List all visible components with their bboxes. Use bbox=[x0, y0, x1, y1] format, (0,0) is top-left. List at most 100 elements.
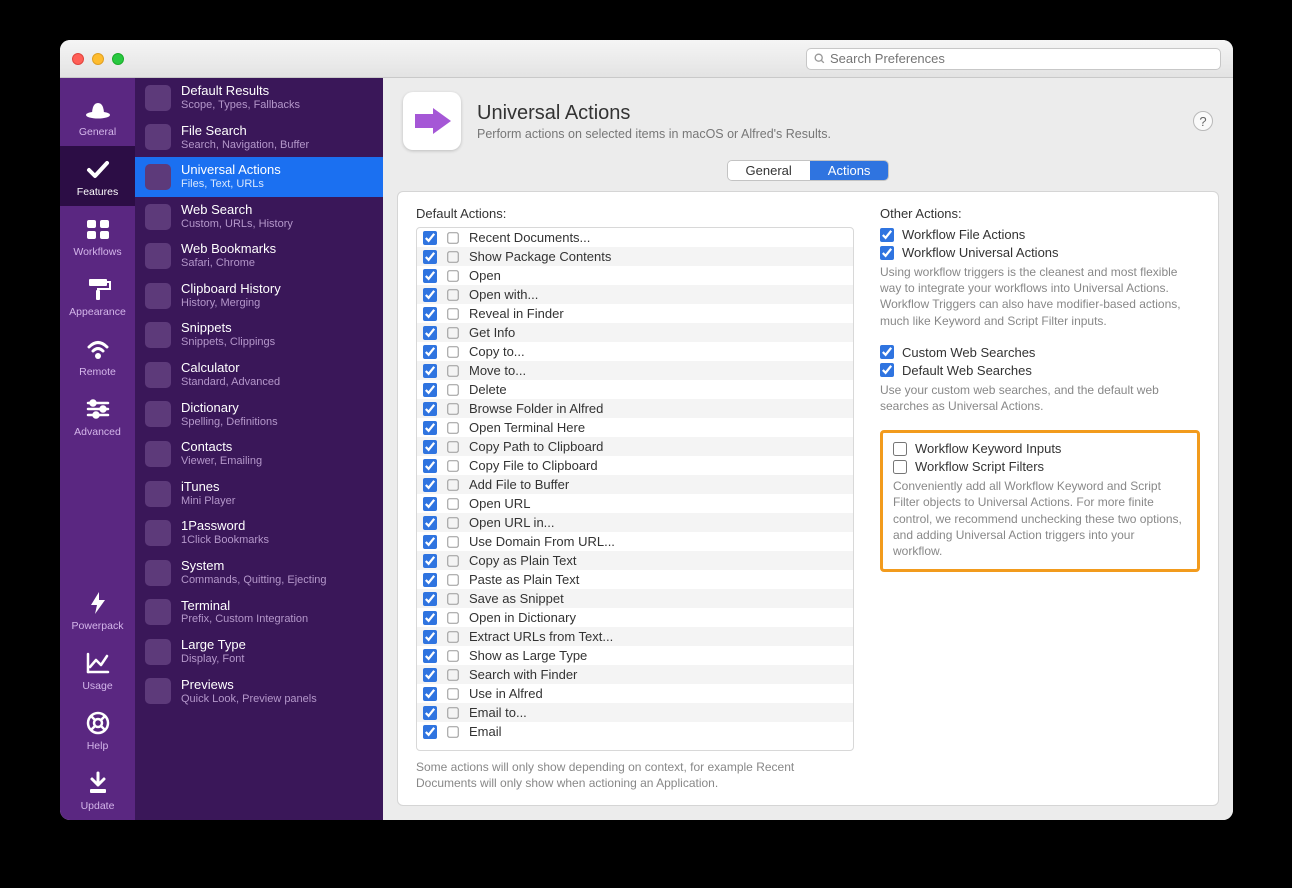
feature-web-bookmarks[interactable]: Web BookmarksSafari, Chrome bbox=[135, 236, 383, 276]
opt-workflow-keyword-inputs[interactable]: Workflow Keyword Inputs bbox=[893, 441, 1187, 456]
action-row[interactable]: Open with... bbox=[417, 285, 853, 304]
action-row[interactable]: Open in Dictionary bbox=[417, 608, 853, 627]
feature-itunes[interactable]: iTunesMini Player bbox=[135, 474, 383, 514]
search-preferences[interactable] bbox=[806, 48, 1221, 70]
opt-workflow-file-actions[interactable]: Workflow File Actions bbox=[880, 227, 1200, 242]
opt-custom-web-searches[interactable]: Custom Web Searches bbox=[880, 345, 1200, 360]
action-checkbox[interactable] bbox=[423, 402, 437, 416]
feature-universal-actions[interactable]: Universal ActionsFiles, Text, URLs bbox=[135, 157, 383, 197]
action-row[interactable]: Use Domain From URL... bbox=[417, 532, 853, 551]
action-row[interactable]: Copy to... bbox=[417, 342, 853, 361]
feature-snippets[interactable]: SnippetsSnippets, Clippings bbox=[135, 315, 383, 355]
action-checkbox[interactable] bbox=[423, 611, 437, 625]
feature-icon bbox=[145, 678, 171, 704]
feature-web-search[interactable]: Web SearchCustom, URLs, History bbox=[135, 197, 383, 237]
feature-large-type[interactable]: Large TypeDisplay, Font bbox=[135, 632, 383, 672]
feature-1password[interactable]: 1Password1Click Bookmarks bbox=[135, 513, 383, 553]
action-checkbox[interactable] bbox=[423, 535, 437, 549]
action-row[interactable]: Open bbox=[417, 266, 853, 285]
action-checkbox[interactable] bbox=[423, 573, 437, 587]
action-row[interactable]: Copy Path to Clipboard bbox=[417, 437, 853, 456]
action-checkbox[interactable] bbox=[423, 459, 437, 473]
help-button[interactable]: ? bbox=[1193, 111, 1213, 131]
action-checkbox[interactable] bbox=[423, 687, 437, 701]
action-row[interactable]: Email bbox=[417, 722, 853, 741]
rail-workflows[interactable]: Workflows bbox=[60, 206, 135, 266]
action-checkbox[interactable] bbox=[423, 478, 437, 492]
minimize-button[interactable] bbox=[92, 53, 104, 65]
feature-calculator[interactable]: CalculatorStandard, Advanced bbox=[135, 355, 383, 395]
action-checkbox[interactable] bbox=[423, 326, 437, 340]
action-checkbox[interactable] bbox=[423, 250, 437, 264]
action-row[interactable]: Copy as Plain Text bbox=[417, 551, 853, 570]
action-checkbox[interactable] bbox=[423, 383, 437, 397]
action-checkbox[interactable] bbox=[423, 554, 437, 568]
feature-previews[interactable]: PreviewsQuick Look, Preview panels bbox=[135, 672, 383, 712]
rail-usage[interactable]: Usage bbox=[60, 640, 135, 700]
action-checkbox[interactable] bbox=[423, 345, 437, 359]
action-row[interactable]: Recent Documents... bbox=[417, 228, 853, 247]
tab-general[interactable]: General bbox=[728, 161, 810, 180]
action-row[interactable]: Copy File to Clipboard bbox=[417, 456, 853, 475]
feature-system[interactable]: SystemCommands, Quitting, Ejecting bbox=[135, 553, 383, 593]
feature-file-search[interactable]: File SearchSearch, Navigation, Buffer bbox=[135, 118, 383, 158]
feature-contacts[interactable]: ContactsViewer, Emailing bbox=[135, 434, 383, 474]
action-row[interactable]: Show Package Contents bbox=[417, 247, 853, 266]
action-checkbox[interactable] bbox=[423, 497, 437, 511]
rail-advanced[interactable]: Advanced bbox=[60, 386, 135, 446]
action-row[interactable]: Search with Finder bbox=[417, 665, 853, 684]
opt-workflow-script-filters[interactable]: Workflow Script Filters bbox=[893, 459, 1187, 474]
rail-help[interactable]: Help bbox=[60, 700, 135, 760]
action-checkbox[interactable] bbox=[423, 630, 437, 644]
action-row[interactable]: Reveal in Finder bbox=[417, 304, 853, 323]
action-row[interactable]: Open URL in... bbox=[417, 513, 853, 532]
rail-powerpack[interactable]: Powerpack bbox=[60, 580, 135, 640]
action-row[interactable]: Move to... bbox=[417, 361, 853, 380]
action-checkbox[interactable] bbox=[423, 725, 437, 739]
rail-remote[interactable]: Remote bbox=[60, 326, 135, 386]
action-row[interactable]: Add File to Buffer bbox=[417, 475, 853, 494]
action-row[interactable]: Save as Snippet bbox=[417, 589, 853, 608]
action-row[interactable]: Show as Large Type bbox=[417, 646, 853, 665]
tab-actions[interactable]: Actions bbox=[810, 161, 889, 180]
action-row[interactable]: Use in Alfred bbox=[417, 684, 853, 703]
action-checkbox[interactable] bbox=[423, 307, 437, 321]
search-input[interactable] bbox=[830, 51, 1214, 66]
page-subtitle: Perform actions on selected items in mac… bbox=[477, 127, 831, 141]
action-row[interactable]: Extract URLs from Text... bbox=[417, 627, 853, 646]
feature-icon bbox=[145, 243, 171, 269]
action-row[interactable]: Delete bbox=[417, 380, 853, 399]
action-row[interactable]: Email to... bbox=[417, 703, 853, 722]
close-button[interactable] bbox=[72, 53, 84, 65]
feature-default-results[interactable]: Default ResultsScope, Types, Fallbacks bbox=[135, 78, 383, 118]
feature-clipboard-history[interactable]: Clipboard HistoryHistory, Merging bbox=[135, 276, 383, 316]
opt-workflow-universal-actions[interactable]: Workflow Universal Actions bbox=[880, 245, 1200, 260]
action-checkbox[interactable] bbox=[423, 668, 437, 682]
action-row[interactable]: Get Info bbox=[417, 323, 853, 342]
action-checkbox[interactable] bbox=[423, 516, 437, 530]
rail-update[interactable]: Update bbox=[60, 760, 135, 820]
action-checkbox[interactable] bbox=[423, 231, 437, 245]
action-checkbox[interactable] bbox=[423, 288, 437, 302]
action-checkbox[interactable] bbox=[423, 269, 437, 283]
zoom-button[interactable] bbox=[112, 53, 124, 65]
action-checkbox[interactable] bbox=[423, 421, 437, 435]
action-icon bbox=[445, 496, 461, 512]
action-checkbox[interactable] bbox=[423, 706, 437, 720]
feature-terminal[interactable]: TerminalPrefix, Custom Integration bbox=[135, 593, 383, 633]
rail-features[interactable]: Features bbox=[60, 146, 135, 206]
action-checkbox[interactable] bbox=[423, 592, 437, 606]
opt-default-web-searches[interactable]: Default Web Searches bbox=[880, 363, 1200, 378]
default-actions-list[interactable]: Recent Documents...Show Package Contents… bbox=[416, 227, 854, 751]
action-checkbox[interactable] bbox=[423, 364, 437, 378]
rail-general[interactable]: General bbox=[60, 86, 135, 146]
action-row[interactable]: Open URL bbox=[417, 494, 853, 513]
rail-appearance[interactable]: Appearance bbox=[60, 266, 135, 326]
feature-list[interactable]: Default ResultsScope, Types, FallbacksFi… bbox=[135, 78, 383, 820]
action-checkbox[interactable] bbox=[423, 440, 437, 454]
action-row[interactable]: Browse Folder in Alfred bbox=[417, 399, 853, 418]
feature-dictionary[interactable]: DictionarySpelling, Definitions bbox=[135, 395, 383, 435]
action-row[interactable]: Paste as Plain Text bbox=[417, 570, 853, 589]
action-checkbox[interactable] bbox=[423, 649, 437, 663]
action-row[interactable]: Open Terminal Here bbox=[417, 418, 853, 437]
